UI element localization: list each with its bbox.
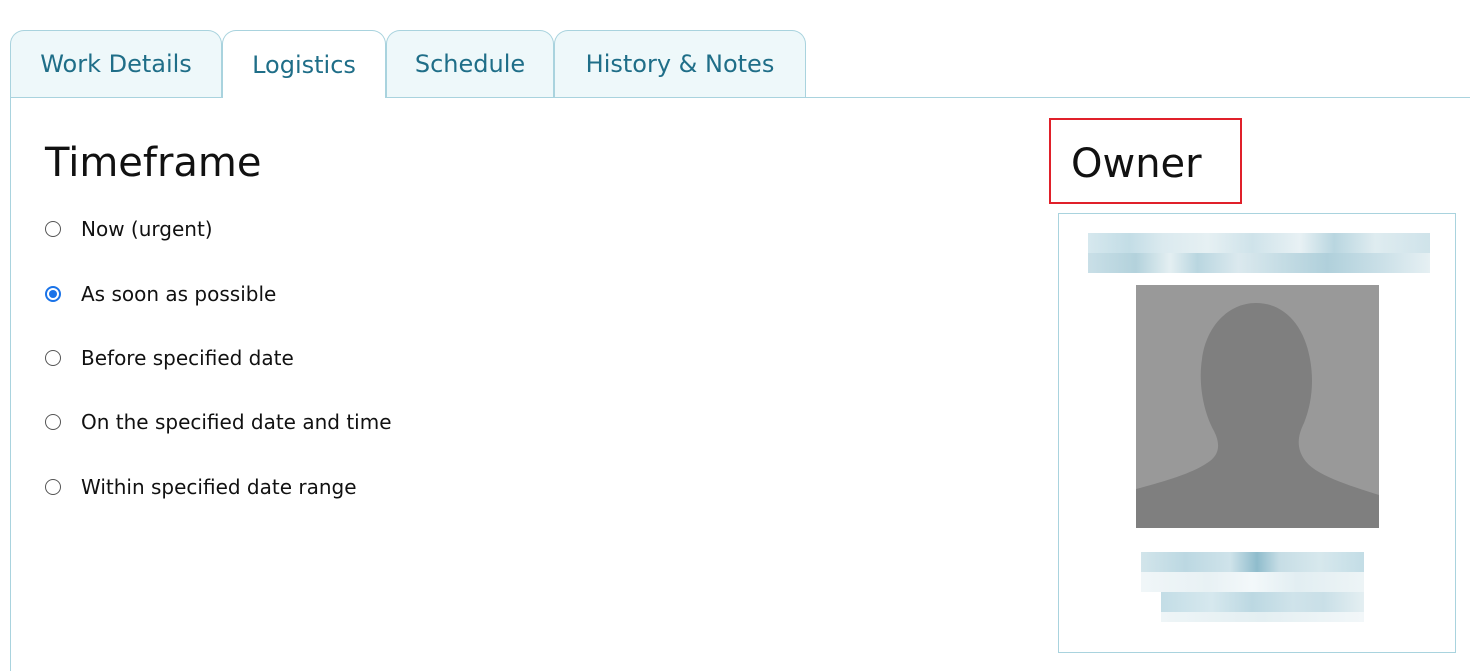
tab-work-details[interactable]: Work Details xyxy=(10,30,222,97)
radio-before-date[interactable] xyxy=(45,350,61,366)
radio-label: On the specified date and time xyxy=(81,410,392,434)
tab-logistics[interactable]: Logistics xyxy=(222,30,386,98)
timeframe-option-before-date[interactable]: Before specified date xyxy=(45,346,294,370)
timeframe-option-on-date[interactable]: On the specified date and time xyxy=(45,410,392,434)
radio-date-range[interactable] xyxy=(45,479,61,495)
radio-asap[interactable] xyxy=(45,286,61,302)
radio-now[interactable] xyxy=(45,221,61,237)
timeframe-option-now[interactable]: Now (urgent) xyxy=(45,217,213,241)
tab-schedule[interactable]: Schedule xyxy=(386,30,554,97)
timeframe-option-asap[interactable]: As soon as possible xyxy=(45,282,276,306)
panel-border xyxy=(10,97,11,671)
tab-bar: Work Details Logistics Schedule History … xyxy=(10,30,1470,98)
radio-label: As soon as possible xyxy=(81,282,277,306)
radio-label: Within specified date range xyxy=(81,475,357,499)
timeframe-heading: Timeframe xyxy=(45,140,262,186)
radio-on-date[interactable] xyxy=(45,414,61,430)
avatar-svg xyxy=(1136,285,1379,528)
radio-label: Before specified date xyxy=(81,346,294,370)
owner-highlight-box xyxy=(1049,118,1242,204)
timeframe-option-date-range[interactable]: Within specified date range xyxy=(45,475,357,499)
person-silhouette-icon xyxy=(1136,285,1379,528)
tab-history-notes[interactable]: History & Notes xyxy=(554,30,806,97)
radio-label: Now (urgent) xyxy=(81,217,213,241)
